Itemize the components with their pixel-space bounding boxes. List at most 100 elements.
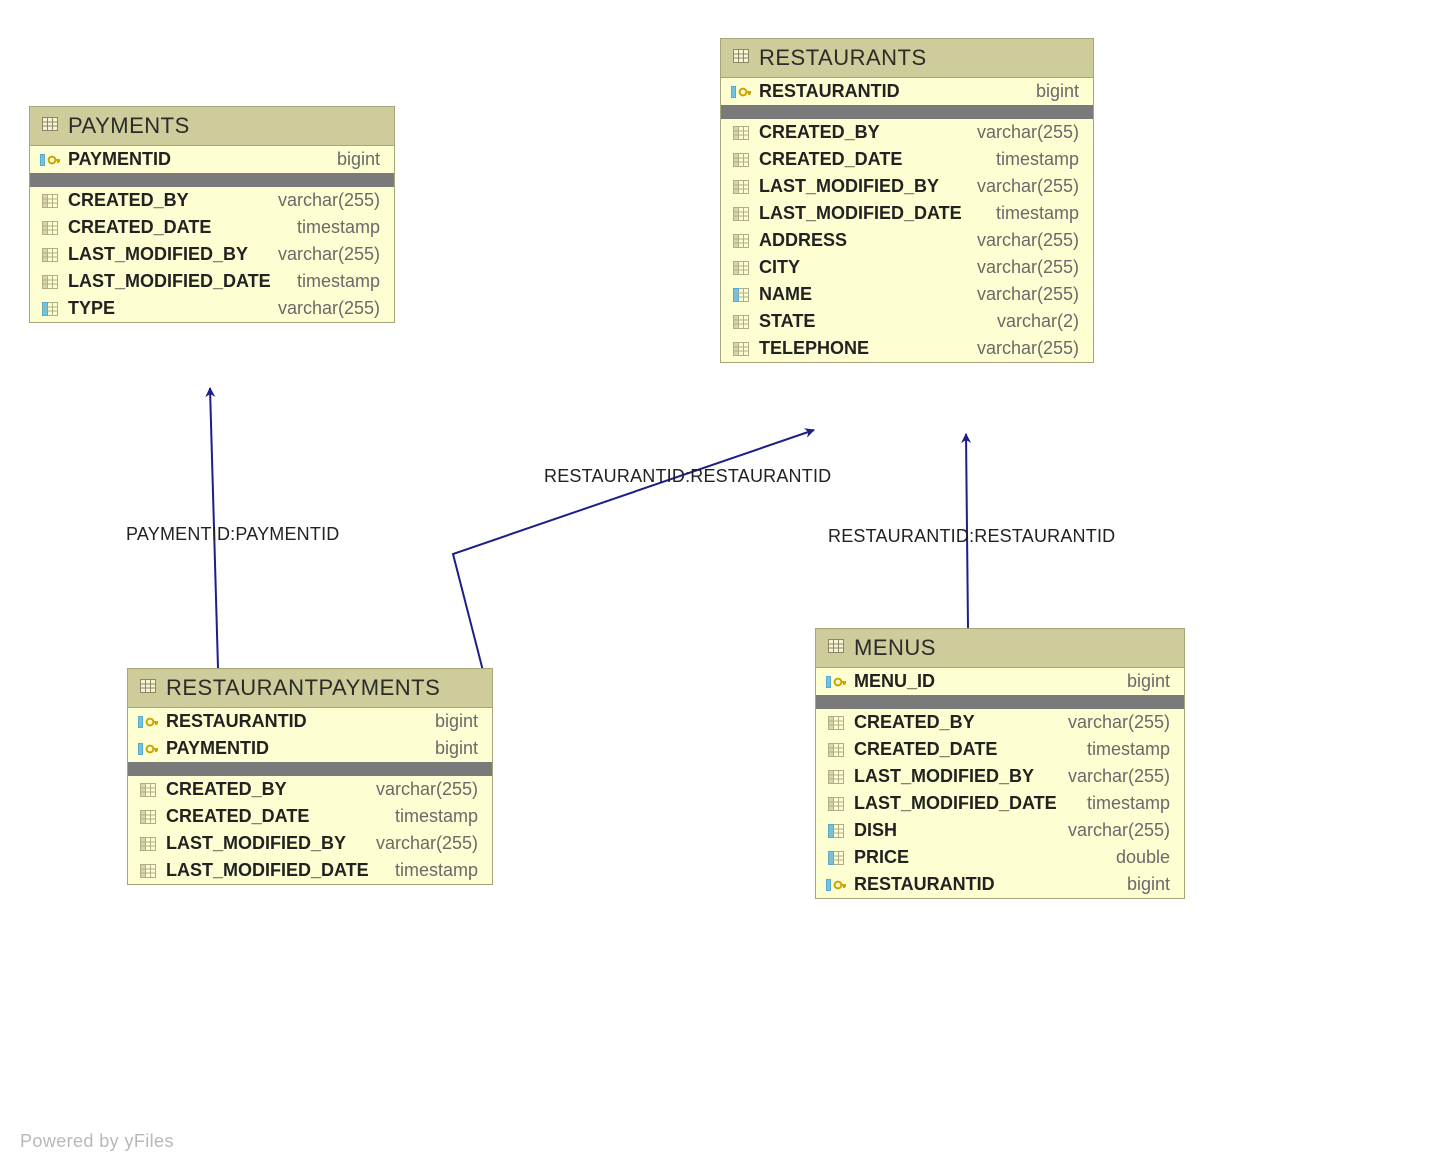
pk-column-row[interactable]: MENU_ID bigint — [816, 668, 1184, 695]
column-type: double — [1116, 847, 1170, 868]
column-icon — [731, 180, 751, 194]
column-row[interactable]: LAST_MODIFIED_BYvarchar(255) — [30, 241, 394, 268]
column-row[interactable]: DISHvarchar(255) — [816, 817, 1184, 844]
column-name: CREATED_DATE — [166, 806, 309, 827]
table-header[interactable]: PAYMENTS — [30, 107, 394, 146]
column-name: LAST_MODIFIED_BY — [759, 176, 939, 197]
column-row[interactable]: LAST_MODIFIED_DATEtimestamp — [721, 200, 1093, 227]
table-menus[interactable]: MENUSMENU_IDbigintCREATED_BYvarchar(255)… — [815, 628, 1185, 899]
column-type: varchar(2) — [997, 311, 1079, 332]
column-name: STATE — [759, 311, 815, 332]
column-row[interactable]: ADDRESSvarchar(255) — [721, 227, 1093, 254]
column-row[interactable]: LAST_MODIFIED_DATEtimestamp — [128, 857, 492, 884]
column-name: PAYMENTID — [166, 738, 269, 759]
section-separator — [128, 762, 492, 776]
column-icon — [138, 783, 158, 797]
column-row[interactable]: CREATED_DATEtimestamp — [30, 214, 394, 241]
column-row[interactable]: CREATED_DATEtimestamp — [816, 736, 1184, 763]
column-row[interactable]: LAST_MODIFIED_DATEtimestamp — [30, 268, 394, 295]
column-type: bigint — [435, 738, 478, 759]
column-icon — [731, 153, 751, 167]
table-title: RESTAURANTS — [759, 45, 927, 71]
column-name: TELEPHONE — [759, 338, 869, 359]
column-type: varchar(255) — [1068, 766, 1170, 787]
column-name: RESTAURANTID — [854, 874, 995, 895]
column-name: PAYMENTID — [68, 149, 171, 170]
column-row[interactable]: CREATED_BYvarchar(255) — [128, 776, 492, 803]
table-title: RESTAURANTPAYMENTS — [166, 675, 440, 701]
column-row[interactable]: RESTAURANTID bigint — [816, 871, 1184, 898]
table-header[interactable]: MENUS — [816, 629, 1184, 668]
table-title: MENUS — [854, 635, 936, 661]
column-row[interactable]: STATE varchar(2) — [721, 308, 1093, 335]
column-row[interactable]: LAST_MODIFIED_BY varchar(255) — [721, 173, 1093, 200]
column-icon — [40, 194, 60, 208]
key-icon — [731, 85, 751, 99]
column-name: NAME — [759, 284, 812, 305]
column-row[interactable]: PRICEdouble — [816, 844, 1184, 871]
column-name: LAST_MODIFIED_DATE — [854, 793, 1057, 814]
table-icon — [140, 679, 156, 698]
column-icon — [826, 743, 846, 757]
pk-column-row[interactable]: PAYMENTID bigint — [128, 735, 492, 762]
table-title: PAYMENTS — [68, 113, 190, 139]
column-icon — [731, 261, 751, 275]
column-icon — [731, 315, 751, 329]
table-payments[interactable]: PAYMENTS PAYMENTID bigint CREATED_BYvarchar… — [29, 106, 395, 323]
column-icon — [731, 234, 751, 248]
column-type: varchar(255) — [977, 230, 1079, 251]
section-separator — [30, 173, 394, 187]
column-type: varchar(255) — [278, 298, 380, 319]
pk-column-row[interactable]: RESTAURANTIDbigint — [128, 708, 492, 735]
column-name: RESTAURANTID — [759, 81, 900, 102]
indexed-column-icon — [40, 302, 60, 316]
column-row[interactable]: CREATED_BYvarchar(255) — [721, 119, 1093, 146]
column-row[interactable]: TELEPHONEvarchar(255) — [721, 335, 1093, 362]
column-icon — [826, 770, 846, 784]
column-row[interactable]: CREATED_BY varchar(255) — [816, 709, 1184, 736]
column-name: LAST_MODIFIED_DATE — [166, 860, 369, 881]
column-icon — [40, 275, 60, 289]
column-type: varchar(255) — [278, 244, 380, 265]
column-name: MENU_ID — [854, 671, 935, 692]
column-type: bigint — [1127, 671, 1170, 692]
pk-column-row[interactable]: RESTAURANTID bigint — [721, 78, 1093, 105]
section-separator — [816, 695, 1184, 709]
column-row[interactable]: NAMEvarchar(255) — [721, 281, 1093, 308]
table-header[interactable]: RESTAURANTPAYMENTS — [128, 669, 492, 708]
column-type: timestamp — [1087, 793, 1170, 814]
column-name: LAST_MODIFIED_DATE — [68, 271, 271, 292]
column-name: LAST_MODIFIED_BY — [166, 833, 346, 854]
pk-column-row[interactable]: PAYMENTID bigint — [30, 146, 394, 173]
column-type: timestamp — [297, 217, 380, 238]
column-name: CITY — [759, 257, 800, 278]
column-name: CREATED_BY — [854, 712, 975, 733]
column-type: bigint — [337, 149, 380, 170]
column-row[interactable]: LAST_MODIFIED_DATE timestamp — [816, 790, 1184, 817]
column-row[interactable]: CREATED_DATEtimestamp — [128, 803, 492, 830]
column-icon — [731, 207, 751, 221]
column-type: bigint — [1127, 874, 1170, 895]
column-type: timestamp — [996, 203, 1079, 224]
column-row[interactable]: TYPEvarchar(255) — [30, 295, 394, 322]
column-type: bigint — [435, 711, 478, 732]
column-type: varchar(255) — [1068, 712, 1170, 733]
column-row[interactable]: LAST_MODIFIED_BYvarchar(255) — [816, 763, 1184, 790]
column-row[interactable]: LAST_MODIFIED_BYvarchar(255) — [128, 830, 492, 857]
table-restaurants[interactable]: RESTAURANTS RESTAURANTID bigint CREATED_BYv… — [720, 38, 1094, 363]
table-header[interactable]: RESTAURANTS — [721, 39, 1093, 78]
column-row[interactable]: CREATED_BYvarchar(255) — [30, 187, 394, 214]
table-restaurantpayments[interactable]: RESTAURANTPAYMENTSRESTAURANTIDbigintPAYM… — [127, 668, 493, 885]
column-row[interactable]: CITY varchar(255) — [721, 254, 1093, 281]
table-icon — [42, 117, 58, 136]
column-type: varchar(255) — [977, 176, 1079, 197]
column-type: bigint — [1036, 81, 1079, 102]
column-type: varchar(255) — [977, 257, 1079, 278]
column-type: timestamp — [1087, 739, 1170, 760]
column-icon — [138, 837, 158, 851]
column-row[interactable]: CREATED_DATEtimestamp — [721, 146, 1093, 173]
column-icon — [826, 716, 846, 730]
table-icon — [828, 639, 844, 658]
section-separator — [721, 105, 1093, 119]
key-icon — [826, 878, 846, 892]
